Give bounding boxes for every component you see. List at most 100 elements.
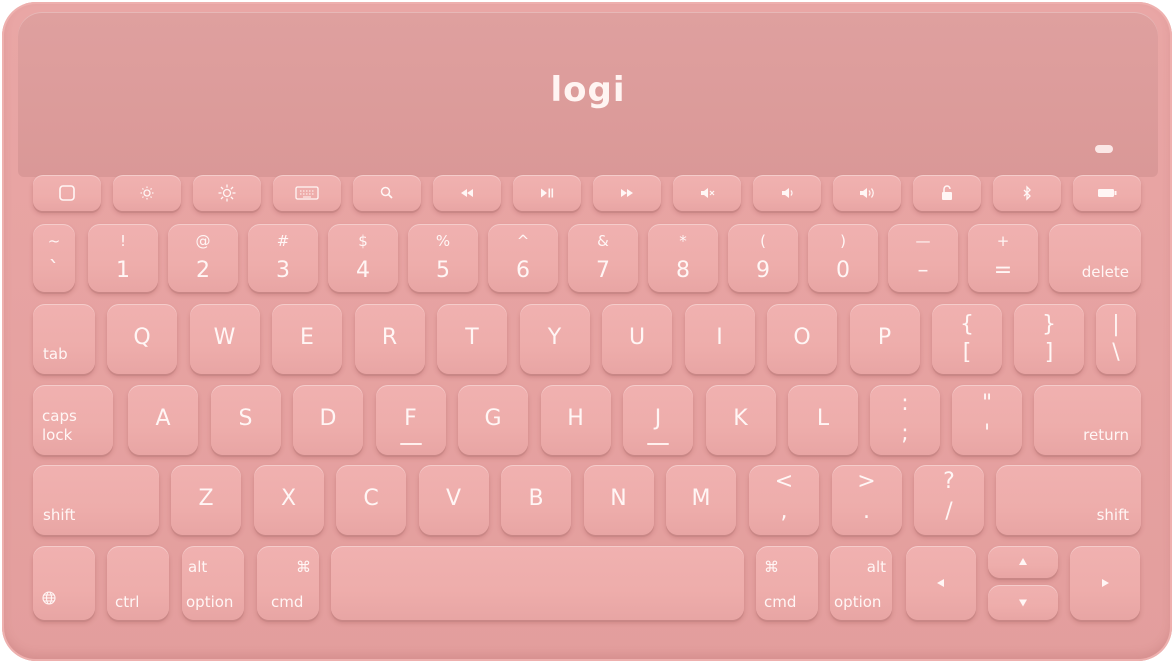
key-label: + [996,232,1010,250]
key-0[interactable]: ) 0 [808,224,878,292]
key-–[interactable]: — – [888,224,958,292]
battery-icon [1073,175,1141,215]
key-4[interactable]: $4 [328,224,398,292]
key-f[interactable]: F [375,385,446,455]
key-w[interactable]: W [189,304,260,374]
fn-key-home[interactable] [33,175,101,211]
fn-key-rewind[interactable] [433,175,501,211]
fn-key-brightness-up[interactable] [193,175,261,211]
key-k[interactable]: K [705,385,776,455]
arrow-down-key[interactable] [988,585,1058,620]
arrow-right-key[interactable] [1070,546,1140,620]
key-label: , [780,499,788,524]
key-label: @ [195,232,211,250]
delete-key[interactable]: delete [1049,224,1141,292]
left-shift-key[interactable]: shift [33,465,159,535]
tab-key[interactable]: tab [33,304,95,374]
globe-key[interactable] [33,546,95,620]
key-label: option [834,593,882,611]
key-label: ( [760,232,766,250]
fn-key-brightness-down[interactable] [113,175,181,211]
right-option-key[interactable]: alt option [830,546,892,620]
key-comma[interactable]: <, [749,465,819,535]
key-bracket-right[interactable]: }] [1014,304,1084,374]
key-3[interactable]: #3 [248,224,318,292]
key-label: % [435,232,451,250]
key-q[interactable]: Q [107,304,177,374]
key-9[interactable]: (9 [728,224,798,292]
fn-key-mute[interactable] [673,175,741,211]
fn-key-lock[interactable] [913,175,981,211]
key-o[interactable]: O [767,304,837,374]
key-semicolon[interactable]: :; [870,385,940,455]
key-d[interactable]: D [293,385,363,455]
fn-key-battery[interactable] [1073,175,1141,211]
key-slash[interactable]: ? / [914,465,984,535]
key-c[interactable]: C [336,465,406,535]
key-=[interactable]: + = [968,224,1038,292]
arrow-up-key[interactable] [988,546,1058,578]
left-option-key[interactable]: alt option [182,546,244,620]
right-cmd-key[interactable]: ⌘ cmd [756,546,818,620]
key-7[interactable]: & 7 [568,224,638,292]
fn-key-fast-forward[interactable] [593,175,661,211]
key-x[interactable]: X [253,465,324,535]
key-`[interactable]: ~ ` [33,224,75,292]
key-s[interactable]: S [210,385,281,455]
right-shift-key[interactable]: shift [996,465,1141,535]
key-label: 8 [676,258,690,283]
key-t[interactable]: T [437,304,507,374]
arrow-left-key[interactable] [906,546,976,620]
key-quote[interactable]: " ' [952,385,1022,455]
key-period[interactable]: >. [831,465,902,535]
key-m[interactable]: M [666,465,736,535]
key-g[interactable]: G [458,385,528,455]
key-label: ⌘ [764,558,779,576]
key-label: tab [43,345,68,363]
key-8[interactable]: * 8 [648,224,718,292]
fn-key-search[interactable] [353,175,421,211]
key-label: C [363,486,379,511]
key-label: G [484,406,502,431]
key-label: — [915,232,931,250]
fn-key-play-pause[interactable] [513,175,581,211]
fn-key-keyboard[interactable] [273,175,341,211]
key-label: N [610,486,627,511]
ctrl-key[interactable]: ctrl [107,546,169,620]
key-p[interactable]: P [849,304,920,374]
key-l[interactable]: L [788,385,858,455]
fn-key-volume-down[interactable] [753,175,821,211]
key-n[interactable]: N [583,465,654,535]
key-u[interactable]: U [602,304,672,374]
key-j[interactable]: J [623,385,693,455]
key-label: cmd [271,593,304,611]
key-label: W [213,325,236,350]
key-a[interactable]: A [128,385,198,455]
key-v[interactable]: V [418,465,489,535]
key-label: shift [1096,506,1129,524]
key-6[interactable]: ^ 6 [488,224,558,292]
key-1[interactable]: ! 1 [88,224,158,292]
key-label: * [679,232,687,250]
left-cmd-key[interactable]: ⌘ cmd [257,546,319,620]
spacebar-key[interactable] [331,546,744,620]
fn-key-bluetooth[interactable] [993,175,1061,211]
key-b[interactable]: B [501,465,571,535]
fn-key-volume-up[interactable] [833,175,901,211]
key-backslash[interactable]: | \ [1096,304,1136,374]
key-r[interactable]: R [354,304,425,374]
key-label: M [691,486,711,511]
key-label: Y [547,325,562,350]
key-h[interactable]: H [540,385,611,455]
key-5[interactable]: % 5 [408,224,478,292]
key-2[interactable]: @2 [168,224,238,292]
key-label: alt [188,558,208,576]
key-bracket-left[interactable]: {[ [932,304,1002,374]
caps-lock-key[interactable]: caps lock [33,385,113,455]
key-z[interactable]: Z [171,465,241,535]
key-y[interactable]: Y [519,304,590,374]
return-key[interactable]: return [1034,385,1141,455]
key-i[interactable]: I [684,304,755,374]
key-label: D [319,406,337,431]
key-e[interactable]: E [272,304,342,374]
